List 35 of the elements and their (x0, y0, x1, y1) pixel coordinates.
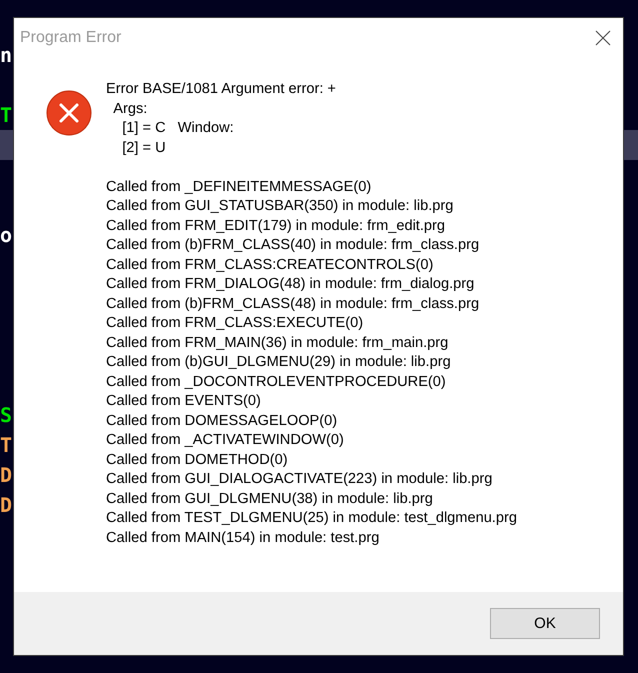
console-text: D (0, 465, 12, 485)
call-stack-line: Called from FRM_CLASS:CREATECONTROLS(0) (106, 256, 434, 274)
console-text: D (0, 495, 12, 515)
error-message-line: Args: (112, 100, 148, 118)
call-stack-line: Called from (b)FRM_CLASS(48) in module: frm_class.prg (106, 294, 480, 314)
call-stack-line: Called from FRM_EDIT(179) in module: frm_edit.prg (106, 216, 446, 236)
call-stack-line: Called from FRM_MAIN(36) in module: frm_main.prg (106, 334, 450, 352)
call-stack-line: Called from (b)GUI_DLGMENU(29) in module: lib.prg (106, 353, 452, 372)
error-message-line: [2] = U (121, 138, 167, 158)
call-stack-line: Called from GUI_DLGMENU(38) in module: lib.prg (106, 490, 434, 508)
ok-button[interactable]: OK (490, 608, 600, 639)
console-text: T (0, 105, 12, 125)
call-stack-line: Called from GUI_STATUSBAR(350) in module: lib.prg (106, 197, 454, 216)
console-text: T (0, 435, 12, 455)
call-stack-line: Called from _ACTIVATEWINDOW(0) (106, 431, 345, 450)
call-stack-line: Called from MAIN(154) in module: test.prg (106, 528, 380, 548)
console-text: S (0, 405, 12, 425)
call-stack-line: Called from FRM_CLASS:EXECUTE(0) (106, 314, 364, 333)
call-stack-line: Called from _DOCONTROLEVENTPROCEDURE(0) (106, 372, 447, 392)
console-text: n (0, 45, 12, 65)
error-message-line: Error BASE/1081 Argument error: + (106, 80, 337, 99)
error-message-line: [1] = C Window: (121, 119, 235, 138)
call-stack-line: Called from TEST_DLGMENU(25) in module: test_dlgmenu.prg (106, 509, 517, 528)
close-button[interactable] (595, 30, 611, 46)
console-text: o (0, 225, 12, 245)
close-icon (595, 30, 611, 46)
call-stack-line: Called from DOMESSAGELOOP(0) (106, 412, 338, 430)
call-stack-line: Called from _DEFINEITEMMESSAGE(0) (106, 178, 372, 196)
call-stack-line: Called from GUI_DIALOGACTIVATE(223) in module: lib.prg (106, 470, 494, 489)
call-stack-line: Called from FRM_DIALOG(48) in module: frm_dialog.prg (106, 275, 476, 294)
call-stack-line: Called from DOMETHOD(0) (106, 450, 289, 470)
call-stack-line: Called from EVENTS(0) (106, 392, 262, 411)
error-icon (46, 90, 92, 136)
window-title: Program Error (20, 29, 122, 47)
call-stack-line: Called from (b)FRM_CLASS(40) in module: frm_class.prg (106, 236, 480, 255)
